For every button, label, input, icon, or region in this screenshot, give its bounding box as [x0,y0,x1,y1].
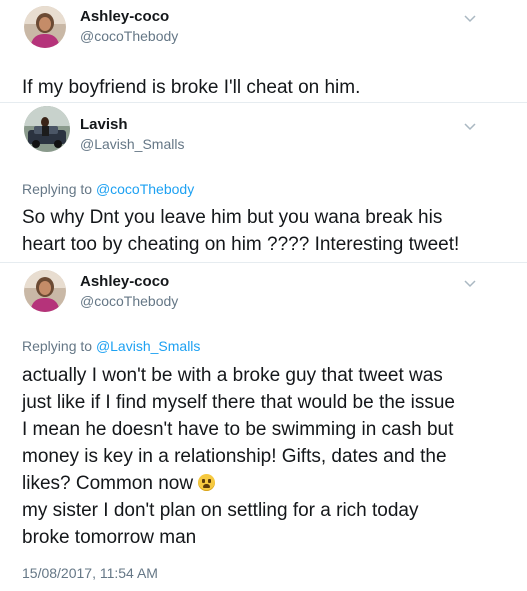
tweet-timestamp[interactable]: 15/08/2017, 11:54 AM [22,565,158,581]
mention-link[interactable]: @cocoThebody [96,181,194,197]
tweet-text-line: So why Dnt you leave him but you wana br… [22,207,443,228]
profile-photo-icon [24,6,66,48]
tweet-text-line: actually I won't be with a broke guy tha… [22,365,443,386]
tweet-text-line: likes? Common now [22,473,194,494]
chevron-down-icon[interactable] [462,118,478,134]
profile-photo-icon [24,270,66,312]
avatar[interactable] [24,270,66,312]
tweet-text-line: I mean he doesn't have to be swimming in… [22,419,454,440]
tweet-text: If my boyfriend is broke I'll cheat on h… [22,77,361,98]
divider [0,262,527,263]
avatar[interactable] [24,6,66,48]
divider [0,102,527,103]
tweet-text-line: my sister I don't plan on settling for a… [22,500,419,521]
replying-to: Replying to @cocoThebody [22,181,194,197]
chevron-down-icon[interactable] [462,10,478,26]
user-handle[interactable]: @cocoThebody [80,28,178,44]
user-handle[interactable]: @Lavish_Smalls [80,136,184,152]
display-name[interactable]: Lavish [80,116,128,133]
tweet-text-line-with-emoji: likes? Common now [22,470,216,497]
avatar[interactable] [24,106,70,152]
replying-to-label: Replying to [22,338,96,354]
display-name[interactable]: Ashley-coco [80,273,169,290]
display-name[interactable]: Ashley-coco [80,8,169,25]
chevron-down-icon[interactable] [462,275,478,291]
tweet-text-line: broke tomorrow man [22,527,197,548]
profile-photo-icon [24,106,70,152]
tweet-text-line: money is key in a relationship! Gifts, d… [22,446,447,467]
tweet-text-line: heart too by cheating on him ???? Intere… [22,234,460,255]
tweet-text-line: just like if I find myself there that wo… [22,392,455,413]
weary-face-emoji-icon [198,474,216,491]
user-handle[interactable]: @cocoThebody [80,293,178,309]
replying-to: Replying to @Lavish_Smalls [22,338,200,354]
mention-link[interactable]: @Lavish_Smalls [96,338,200,354]
replying-to-label: Replying to [22,181,96,197]
